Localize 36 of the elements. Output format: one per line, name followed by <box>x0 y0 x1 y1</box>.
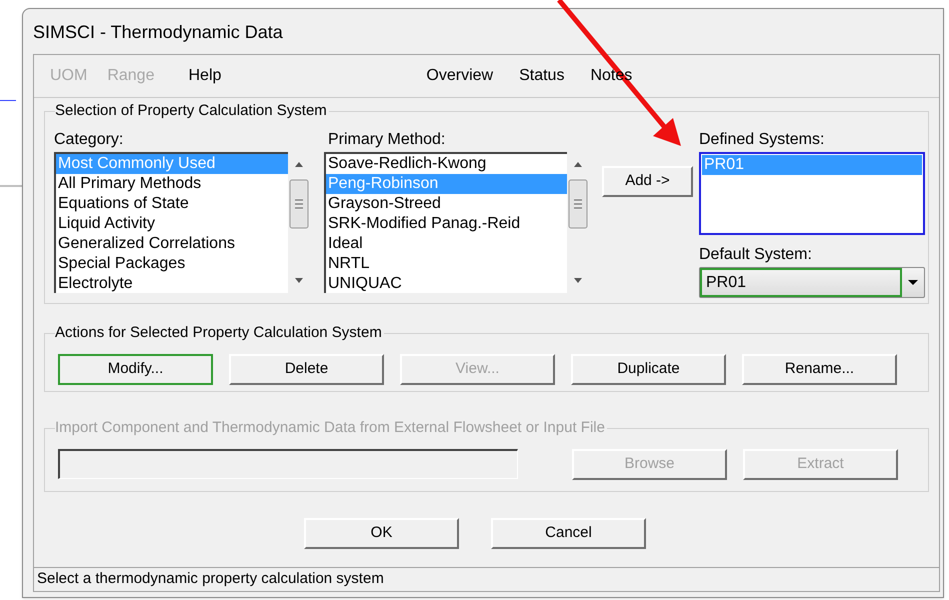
menu-item[interactable]: Status <box>519 64 564 88</box>
list-item[interactable]: NRTL <box>326 254 567 274</box>
list-item[interactable]: Grayson-Streed <box>326 194 567 214</box>
window-title: SIMSCI - Thermodynamic Data <box>32 21 284 44</box>
input-field[interactable] <box>58 449 518 479</box>
group-title: Import Component and Thermodynamic Data from External Flowsheet or Input File <box>55 418 607 438</box>
list-item[interactable]: Soave-Redlich-Kwong <box>326 154 567 174</box>
list-item[interactable]: All Primary Methods <box>56 174 288 194</box>
dialog-button[interactable]: Delete <box>229 354 384 385</box>
list-box[interactable]: Most Commonly Used All Primary Methods Equations of State Liquid Activity Generalized Correlations Special Packages Electrolyte <box>54 152 288 293</box>
list-item[interactable]: Generalized Correlations <box>56 234 288 254</box>
menu-item[interactable]: Overview <box>426 64 494 88</box>
group-title: Actions for Selected Property Calculation System <box>55 323 384 343</box>
field-label: Category: <box>54 130 124 150</box>
field-label: Default System: <box>699 245 813 265</box>
dialog-button[interactable]: Modify... <box>58 354 213 385</box>
dialog-button[interactable]: OK <box>304 518 459 549</box>
list-item[interactable]: Equations of State <box>56 194 288 214</box>
field-label: Primary Method: <box>327 130 446 150</box>
caret-icon <box>908 280 918 285</box>
field-label: Defined Systems: <box>699 130 826 150</box>
dialog-button[interactable]: Cancel <box>491 518 646 549</box>
list-item[interactable]: UNIQUAC <box>326 274 567 293</box>
dropdown[interactable]: PR01 <box>699 267 925 298</box>
status-bar: Select a thermodynamic property calculation system <box>34 567 939 591</box>
dialog-button[interactable]: Duplicate <box>571 354 726 385</box>
list-box[interactable]: Soave-Redlich-Kwong Peng-Robinson Grayson-Streed SRK-Modified Panag.-Reid Ideal NRTL UNIQUAC <box>324 152 567 293</box>
list-item[interactable]: Ideal <box>326 234 567 254</box>
menu-item[interactable]: Help <box>188 64 222 88</box>
list-item[interactable]: Electrolyte <box>56 274 288 293</box>
list-item[interactable]: SRK-Modified Panag.-Reid <box>326 214 567 234</box>
list-item[interactable]: Special Packages <box>56 254 288 274</box>
dialog-button[interactable]: Add -> <box>602 166 693 197</box>
group-title: Selection of Property Calculation System <box>55 101 329 121</box>
list-item[interactable]: Liquid Activity <box>56 214 288 234</box>
dialog-button[interactable]: Rename... <box>742 354 897 385</box>
